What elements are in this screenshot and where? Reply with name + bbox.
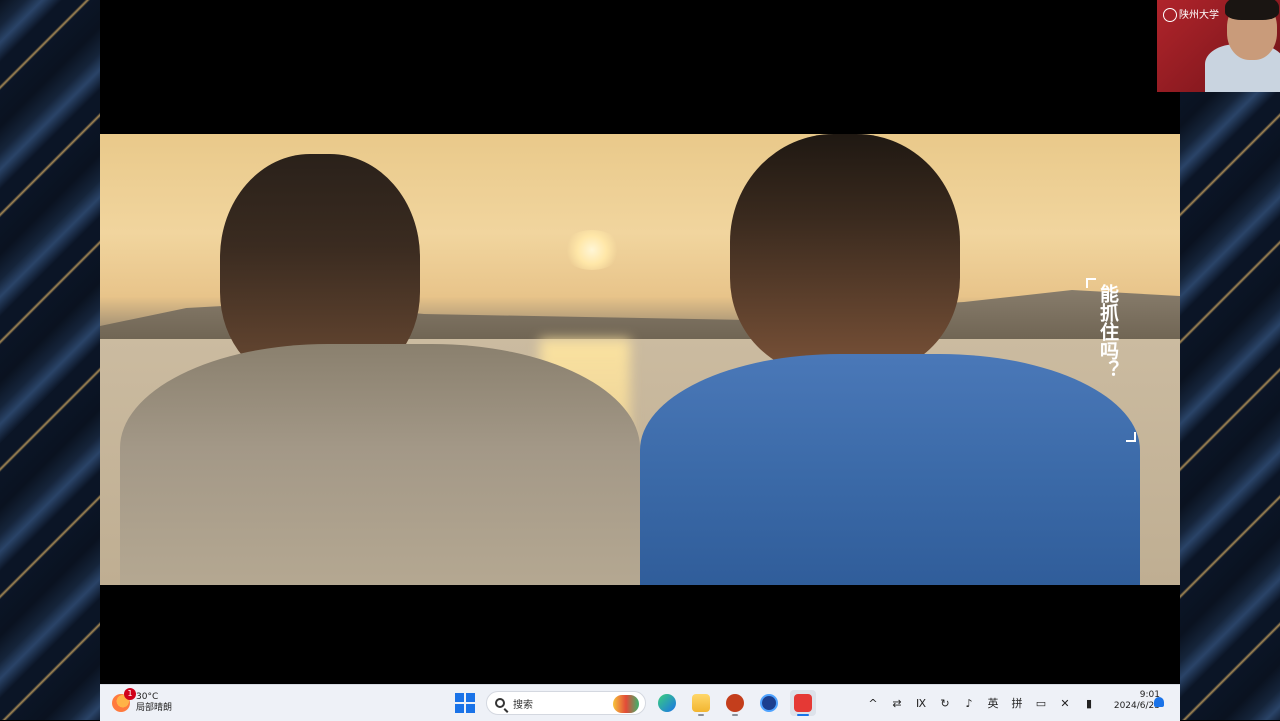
weather-condition: 局部晴朗	[136, 703, 173, 713]
file-explorer-button[interactable]	[688, 690, 714, 716]
taskbar: 1 30°C 局部晴朗 搜索 ^ ⇄ Ⅸ ↻ ♪ 英 拼 ▭ ✕ ▮ 9:01 …	[100, 684, 1180, 721]
clock-time: 9:01	[1139, 690, 1160, 700]
search-highlight-icon	[613, 695, 639, 713]
ime-language[interactable]: 英	[986, 696, 1000, 710]
running-indicator	[698, 714, 704, 716]
ime-mode[interactable]: 拼	[1010, 696, 1024, 710]
running-indicator	[732, 714, 738, 716]
notification-badge: 1	[124, 688, 136, 700]
settings-sliders-icon[interactable]: ⇄	[890, 696, 904, 710]
powerpoint-button[interactable]	[722, 690, 748, 716]
clock-date: 2024/6/23	[1113, 701, 1160, 711]
screen-recorder-icon	[794, 694, 812, 712]
weather-widget[interactable]: 1 30°C 局部晴朗	[112, 688, 173, 717]
app-button[interactable]	[756, 690, 782, 716]
webcam-overlay: 陕州大学	[1157, 0, 1280, 92]
subtitle-bracket-close	[1126, 432, 1136, 442]
subtitle-text: 能抓住吗？	[1097, 284, 1119, 379]
media-icon[interactable]: Ⅸ	[914, 696, 928, 710]
video-frame[interactable]: 能抓住吗？	[100, 134, 1180, 585]
microphone-icon[interactable]: ♪	[962, 696, 976, 710]
search-placeholder: 搜索	[513, 699, 533, 711]
notification-bell-icon[interactable]	[1154, 697, 1164, 707]
app-icon	[760, 694, 778, 712]
older-man-figure	[120, 154, 640, 585]
screen-recorder-button[interactable]	[790, 690, 816, 716]
edge-icon	[658, 694, 676, 712]
display-icon[interactable]: ▭	[1034, 696, 1048, 710]
windows-logo-icon	[455, 693, 475, 713]
vertical-subtitle: 能抓住吗？	[1086, 278, 1140, 444]
weather-temperature: 30°C	[136, 692, 159, 702]
taskbar-clock[interactable]: 9:01 2024/6/23	[1104, 690, 1160, 712]
university-logo: 陕州大学	[1163, 6, 1219, 22]
sync-icon[interactable]: ↻	[938, 696, 952, 710]
battery-icon[interactable]: ▮	[1082, 696, 1096, 710]
active-indicator	[797, 714, 809, 716]
taskbar-search-box[interactable]: 搜索	[486, 691, 646, 715]
folder-icon	[692, 694, 710, 712]
system-tray: ^ ⇄ Ⅸ ↻ ♪ 英 拼 ▭ ✕ ▮	[866, 689, 1096, 717]
weather-icon: 1	[112, 688, 136, 712]
left-wallpaper-stripes	[0, 0, 100, 720]
chevron-up-icon[interactable]: ^	[866, 696, 880, 710]
powerpoint-icon	[726, 694, 744, 712]
edge-button[interactable]	[654, 690, 680, 716]
speaker-muted-icon[interactable]: ✕	[1058, 696, 1072, 710]
right-wallpaper-stripes	[1180, 0, 1280, 720]
search-icon	[495, 698, 505, 708]
taskbar-center: 搜索	[452, 689, 816, 717]
start-button[interactable]	[452, 690, 478, 716]
